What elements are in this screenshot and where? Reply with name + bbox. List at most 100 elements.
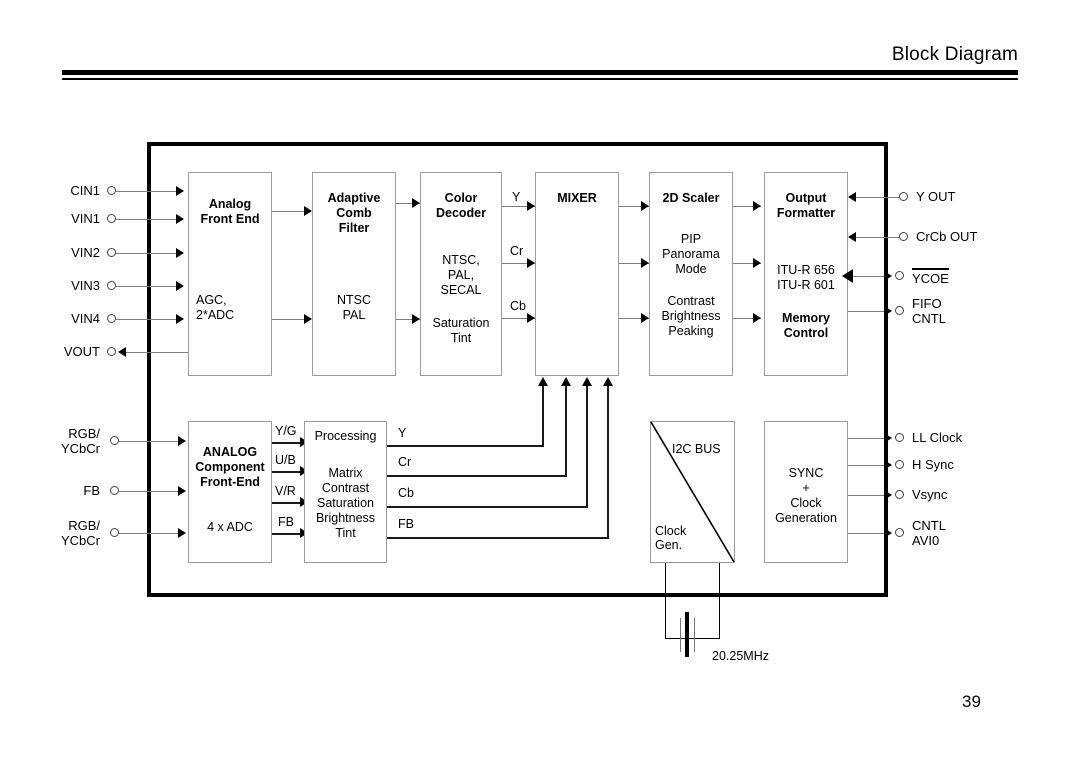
acf-body-2: PAL [342, 308, 366, 322]
pin-circle-crcb-out[interactable] [899, 232, 908, 241]
page-number: 39 [962, 692, 981, 711]
wire-proc-cr-h [387, 475, 567, 477]
pin-circle-cntl-avi0[interactable] [895, 528, 904, 537]
wire-rgb-ycbcr-2 [119, 533, 178, 534]
arrow-mixer-in-cb [582, 377, 592, 386]
of-title-3: Memory [782, 311, 830, 325]
wire-h-sync [848, 465, 884, 466]
proc-body-5: Tint [335, 526, 356, 540]
pin-circle-vin1[interactable] [107, 214, 116, 223]
pin-label-line2: YCbCr [60, 441, 100, 456]
of-title-2: Formatter [776, 206, 836, 220]
cd-body-1: NTSC, [442, 253, 480, 267]
arrow-rgb-ycbcr-2 [178, 528, 186, 538]
pin-circle-h-sync[interactable] [895, 460, 904, 469]
pin-circle-rgb-ycbcr-2[interactable] [110, 528, 119, 537]
signal-label-cr-proc: Cr [398, 455, 412, 469]
signal-label-cb-proc: Cb [398, 486, 414, 500]
arrow-comb-decoder-bot [412, 314, 420, 324]
wire-y-out [856, 197, 900, 198]
sync-body-1: SYNC [788, 466, 824, 480]
clock-gen-label: Clock Gen. [655, 524, 686, 552]
acfe-body-1: 4 x ADC [207, 520, 253, 534]
arrow-afe-comb-bot [304, 314, 312, 324]
arrow-vin4 [176, 314, 184, 324]
pin-circle-vin3[interactable] [107, 281, 116, 290]
arrow-scaler-formatter-2 [753, 258, 761, 268]
arrow-mixer-scaler-2 [641, 258, 649, 268]
pin-label-crcb-out: CrCb OUT [916, 229, 978, 244]
block-adaptive-comb-filter: Adaptive Comb Filter NTSC PAL [312, 172, 396, 376]
arrow-cin1 [176, 186, 184, 196]
arrow-afe-comb-top [304, 206, 312, 216]
crystal-plate-left-icon [680, 618, 681, 652]
pin-label-ycoe-text: YCOE [912, 268, 949, 286]
arrow-scaler-formatter-3 [753, 313, 761, 323]
pin-label-rgb-ycbcr-1: RGB/ YCbCr [30, 426, 100, 456]
of-body-1: ITU-R 656 [777, 263, 835, 277]
wire-proc-cr-v [565, 386, 567, 475]
wire-cin1 [116, 191, 176, 192]
page-title: Block Diagram [891, 44, 1018, 65]
pin-circle-rgb-ycbcr-1[interactable] [110, 436, 119, 445]
arrow-vin1 [176, 214, 184, 224]
wire-fifo-cntl [848, 311, 884, 312]
of-title-1: Output [785, 191, 827, 205]
scaler-body-3: Mode [675, 262, 707, 276]
acf-body-1: NTSC [336, 293, 372, 307]
acf-title-3: Filter [338, 221, 370, 235]
arrow-rgb-ycbcr-1 [178, 436, 186, 446]
wire-proc-fb-h [387, 537, 609, 539]
pin-label-h-sync: H Sync [912, 457, 954, 472]
cd-body-3: SECAL [440, 283, 482, 297]
wire-cntl-avi0 [848, 533, 884, 534]
pin-label-line1: FIFO [912, 296, 942, 311]
afe-title-2: Front End [200, 212, 260, 226]
acf-title-2: Comb [336, 206, 372, 220]
pin-label-y-out: Y OUT [916, 189, 956, 204]
crystal-frequency-label: 20.25MHz [712, 649, 769, 663]
arrow-decoder-mixer-cb [527, 313, 535, 323]
pin-circle-vout[interactable] [107, 347, 116, 356]
pin-label-ll-clock: LL Clock [912, 430, 963, 445]
pin-circle-fb[interactable] [110, 486, 119, 495]
pin-circle-y-out[interactable] [899, 192, 908, 201]
clock-gen-line2: Gen. [655, 538, 683, 552]
pin-circle-ycoe[interactable] [895, 271, 904, 280]
of-title-4: Control [783, 326, 829, 340]
pin-label-vin2: VIN2 [71, 245, 100, 260]
cd-body-2: PAL, [447, 268, 475, 282]
block-output-formatter: Output Formatter ITU-R 656 ITU-R 601 Mem… [764, 172, 848, 376]
afe-body-1: AGC, [196, 293, 227, 307]
pin-circle-fifo-cntl[interactable] [895, 306, 904, 315]
wire-fb-in [119, 491, 178, 492]
cd-body-5: Tint [450, 331, 472, 345]
acfe-title-2: Component [195, 460, 265, 474]
wire-xtal-bottom [665, 638, 720, 639]
i2c-bus-label: I2C BUS [672, 442, 721, 456]
pin-circle-vin4[interactable] [107, 314, 116, 323]
afe-title-1: Analog [208, 197, 252, 211]
scaler-body-4: Contrast [667, 294, 715, 308]
pin-circle-vin2[interactable] [107, 248, 116, 257]
pin-label-cin1: CIN1 [70, 183, 100, 198]
block-analog-component-front-end: ANALOG Component Front-End 4 x ADC [188, 421, 272, 563]
header-rule-thin [62, 78, 1018, 80]
pin-circle-ll-clock[interactable] [895, 433, 904, 442]
arrow-vout [118, 347, 126, 357]
arrow-crcb-out [848, 232, 856, 242]
header-rule-thick [62, 70, 1018, 75]
wire-vin4 [116, 319, 176, 320]
pin-circle-cin1[interactable] [107, 186, 116, 195]
proc-title: Processing [314, 429, 377, 443]
scaler-title: 2D Scaler [662, 191, 720, 205]
arrow-mixer-in-cr [561, 377, 571, 386]
block-sync-clock-generation: SYNC + Clock Generation [764, 421, 848, 563]
pin-circle-vsync[interactable] [895, 490, 904, 499]
arrow-vin2 [176, 248, 184, 258]
wire-proc-cb-v [586, 386, 588, 506]
wire-ll-clock [848, 438, 884, 439]
sync-body-3: Clock [790, 496, 822, 510]
cd-body-4: Saturation [432, 316, 490, 330]
wire-vin3 [116, 286, 176, 287]
